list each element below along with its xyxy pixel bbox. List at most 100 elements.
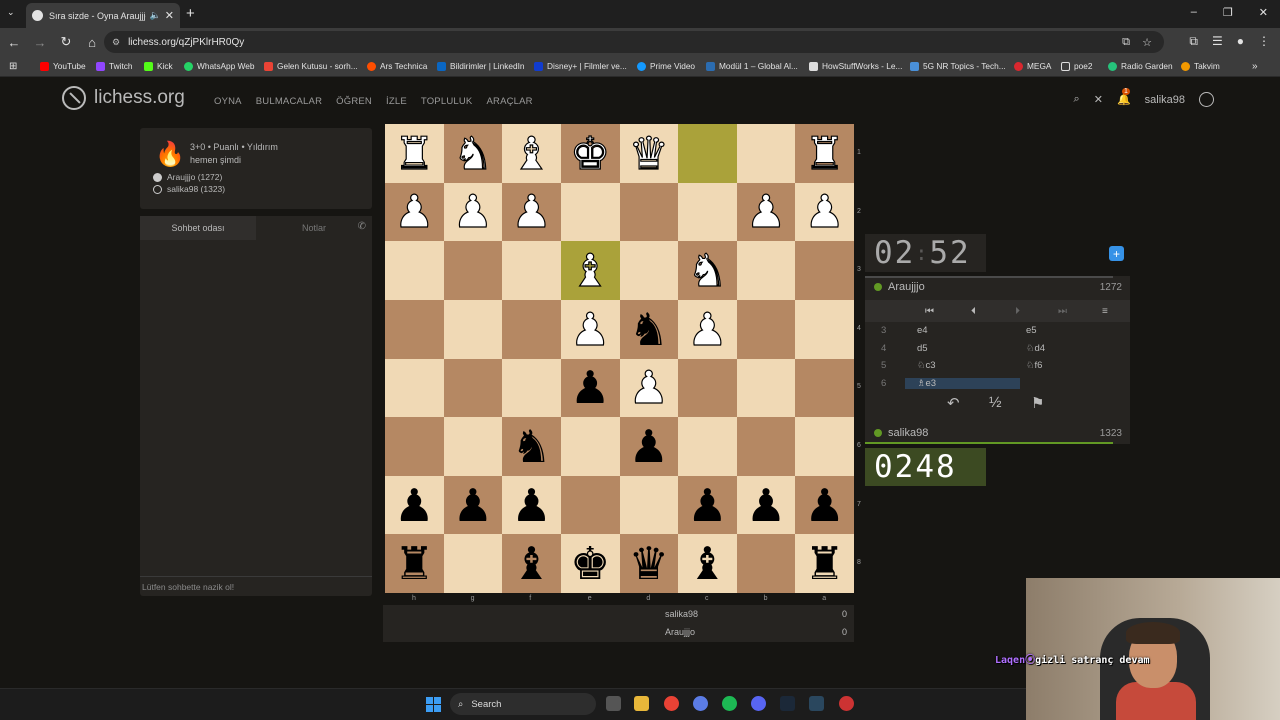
black-rook-icon[interactable]: ♜ bbox=[394, 541, 434, 586]
black-move[interactable]: ♘d4 bbox=[1020, 343, 1130, 354]
nav-puzzles[interactable]: BULMACALAR bbox=[256, 96, 322, 107]
chrome-icon[interactable] bbox=[664, 696, 679, 711]
bookmark-radio-garden[interactable]: Radio Garden bbox=[1108, 61, 1173, 71]
square-f2[interactable]: ♟ bbox=[502, 182, 561, 242]
next-move-icon[interactable]: ⏵ bbox=[1015, 306, 1020, 317]
square-b5[interactable] bbox=[736, 358, 796, 418]
nav-play[interactable]: OYNA bbox=[214, 96, 242, 107]
app-icon[interactable] bbox=[693, 696, 708, 711]
white-move[interactable]: ♘c3 bbox=[905, 360, 1020, 371]
white-queen-icon[interactable]: ♛ bbox=[628, 130, 670, 176]
opponent-name[interactable]: Araujjjo bbox=[888, 281, 925, 293]
square-e8[interactable]: ♚ bbox=[560, 534, 620, 593]
first-move-icon[interactable]: ⏮ bbox=[925, 306, 934, 317]
black-pawn-icon[interactable]: ♟ bbox=[570, 365, 610, 410]
black-rook-icon[interactable]: ♜ bbox=[805, 541, 845, 586]
square-a6[interactable] bbox=[795, 417, 854, 476]
task-view-icon[interactable] bbox=[606, 696, 621, 711]
black-king-icon[interactable]: ♚ bbox=[570, 541, 610, 586]
square-b3[interactable] bbox=[736, 241, 796, 300]
voice-chat-icon[interactable]: ✆ bbox=[358, 221, 366, 232]
square-b2[interactable]: ♟ bbox=[736, 182, 796, 242]
takeback-icon[interactable]: ↶ bbox=[947, 394, 960, 412]
bookmark-whatsapp[interactable]: WhatsApp Web bbox=[184, 61, 255, 71]
add-time-button[interactable]: + bbox=[1109, 246, 1124, 261]
nav-community[interactable]: TOPLULUK bbox=[421, 96, 473, 107]
user-avatar-icon[interactable] bbox=[1199, 92, 1214, 107]
bookmark-modul[interactable]: Modül 1 – Global Al... bbox=[706, 61, 798, 71]
bookmark-gmail[interactable]: Gelen Kutusu - sorh... bbox=[264, 61, 358, 71]
profile-icon[interactable]: ● bbox=[1237, 34, 1244, 49]
white-pawn-icon[interactable]: ♟ bbox=[569, 306, 611, 352]
square-b7[interactable]: ♟ bbox=[736, 475, 796, 535]
search-icon[interactable]: ⌕ bbox=[1074, 93, 1080, 106]
white-pawn-icon[interactable]: ♟ bbox=[687, 306, 729, 352]
black-pawn-icon[interactable]: ♟ bbox=[453, 483, 493, 528]
white-knight-icon[interactable]: ♞ bbox=[452, 130, 494, 176]
bookmark-disney[interactable]: Disney+ | Filmler ve... bbox=[534, 61, 627, 71]
spotify-icon[interactable] bbox=[722, 696, 737, 711]
minimize-icon[interactable]: – bbox=[1191, 6, 1197, 19]
white-rook-icon[interactable]: ♜ bbox=[394, 130, 436, 176]
discord-icon[interactable] bbox=[751, 696, 766, 711]
square-e5[interactable]: ♟ bbox=[560, 358, 620, 418]
square-c8[interactable]: ♝ bbox=[678, 534, 737, 593]
square-c4[interactable]: ♟ bbox=[678, 299, 737, 359]
square-g7[interactable]: ♟ bbox=[443, 475, 503, 535]
tab-search-icon[interactable]: ⌄ bbox=[7, 7, 15, 18]
close-tab-icon[interactable]: ✕ bbox=[165, 9, 174, 22]
black-pawn-icon[interactable]: ♟ bbox=[805, 483, 845, 528]
square-d5[interactable]: ♟ bbox=[619, 358, 679, 418]
square-g1[interactable]: ♞ bbox=[443, 124, 503, 183]
square-b4[interactable] bbox=[736, 299, 796, 359]
white-pawn-icon[interactable]: ♟ bbox=[511, 189, 553, 235]
square-b8[interactable] bbox=[736, 534, 796, 593]
black-pawn-icon[interactable]: ♟ bbox=[394, 483, 434, 528]
square-d4[interactable]: ♞ bbox=[619, 299, 679, 359]
nav-tools[interactable]: ARAÇLAR bbox=[486, 96, 532, 107]
tab-chat-room[interactable]: Sohbet odası bbox=[140, 216, 256, 240]
bookmark-prime[interactable]: Prime Video bbox=[637, 61, 695, 71]
black-pawn-icon[interactable]: ♟ bbox=[511, 483, 551, 528]
white-king-icon[interactable]: ♚ bbox=[569, 130, 611, 176]
square-d6[interactable]: ♟ bbox=[619, 417, 679, 476]
square-f4[interactable] bbox=[502, 299, 561, 359]
square-b1[interactable] bbox=[736, 124, 796, 183]
square-f3[interactable] bbox=[502, 241, 561, 300]
extensions-icon[interactable]: ⧉ bbox=[1189, 34, 1198, 49]
back-icon[interactable]: ← bbox=[2, 35, 26, 50]
forward-icon[interactable]: → bbox=[28, 35, 52, 50]
square-a7[interactable]: ♟ bbox=[795, 475, 854, 535]
square-g4[interactable] bbox=[443, 299, 503, 359]
black-pawn-icon[interactable]: ♟ bbox=[629, 424, 669, 469]
square-e6[interactable] bbox=[560, 417, 620, 476]
square-a5[interactable] bbox=[795, 358, 854, 418]
square-h4[interactable] bbox=[385, 299, 444, 359]
square-f8[interactable]: ♝ bbox=[502, 534, 561, 593]
nav-watch[interactable]: İZLE bbox=[386, 96, 407, 107]
square-d7[interactable] bbox=[619, 475, 679, 535]
square-f5[interactable] bbox=[502, 358, 561, 418]
white-rook-icon[interactable]: ♜ bbox=[804, 130, 846, 176]
bookmark-howstuffworks[interactable]: HowStuffWorks - Le... bbox=[809, 61, 902, 71]
black-pawn-icon[interactable]: ♟ bbox=[746, 483, 786, 528]
windows-start-icon[interactable] bbox=[426, 697, 441, 712]
chat-input[interactable]: Lütfen sohbette nazik ol! bbox=[140, 576, 372, 596]
tab-list-icon[interactable]: ☰ bbox=[1212, 34, 1223, 49]
install-icon[interactable]: ⧉ bbox=[1122, 36, 1130, 49]
white-move[interactable]: d5 bbox=[905, 343, 1020, 354]
player-black[interactable]: salika98 (1323) bbox=[153, 184, 225, 194]
square-e1[interactable]: ♚ bbox=[560, 124, 620, 183]
menu-icon[interactable]: ⋮ bbox=[1258, 34, 1270, 49]
site-info-icon[interactable]: ⚙ bbox=[112, 37, 120, 48]
chess-board[interactable]: ♜ ♞ ♝ ♚ ♛ ♜ ♟ ♟ ♟ ♟ ♟ ♝ ♞ ♟ ♞ ♟ ♟ ♟ ♞ ♟ ♟ ♟ ♟ ♟ ♟ ♟ ♜ ♝ ♚ ♛ ♝ ♜ bbox=[385, 124, 854, 593]
bookmark-youtube[interactable]: YouTube bbox=[40, 61, 86, 71]
browser-tab-active[interactable]: Sıra sizde - Oyna Araujjjo 🔈 ✕ bbox=[26, 3, 180, 28]
square-a1[interactable]: ♜ bbox=[795, 124, 854, 183]
taskbar-search[interactable]: ⌕ Search bbox=[450, 693, 596, 715]
square-c1[interactable] bbox=[678, 124, 737, 183]
my-name[interactable]: salika98 bbox=[888, 427, 928, 439]
square-e3[interactable]: ♝ bbox=[560, 241, 620, 300]
bookmark-takvim[interactable]: Takvim bbox=[1181, 61, 1220, 71]
home-icon[interactable]: ⌂ bbox=[80, 35, 104, 50]
